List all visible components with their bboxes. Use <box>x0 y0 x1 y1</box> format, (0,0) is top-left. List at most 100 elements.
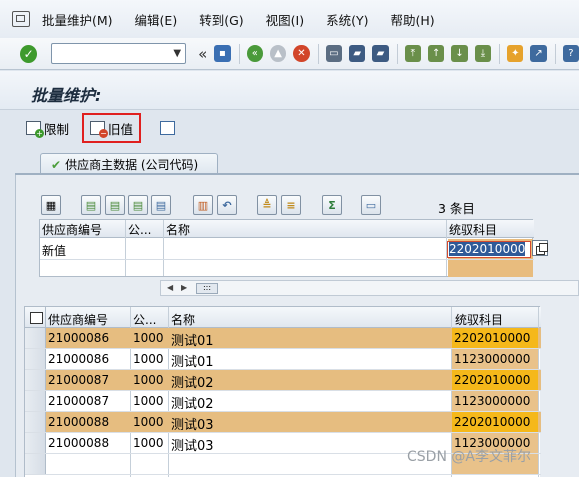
select-all-rows-icon[interactable] <box>25 307 46 328</box>
toolbar-separator <box>499 43 501 64</box>
cell-company: 1000 <box>133 394 164 408</box>
create-session-icon[interactable]: ✦ <box>507 45 524 62</box>
collapse-toolbar-icon[interactable]: « <box>198 45 207 63</box>
menu-batch-maintain[interactable]: 批量维护(M) <box>42 10 113 29</box>
new-value-table: 供应商编号 公... 名称 统驭科目 新值 2202010000 <box>39 219 534 277</box>
row-selector[interactable] <box>25 391 46 411</box>
undo-icon[interactable]: ↶ <box>217 195 237 215</box>
cell-vendor-no: 21000087 <box>48 394 110 408</box>
command-input[interactable] <box>52 44 173 63</box>
save-icon[interactable]: ▪ <box>214 45 231 62</box>
table-row[interactable]: 21000087 1000 测试02 1123000000 <box>25 391 541 412</box>
details-icon[interactable]: ▦ <box>41 195 61 215</box>
help-icon[interactable]: ? <box>562 45 579 62</box>
cell-recon-account: 2202010000 <box>452 370 538 390</box>
cell-name: 测试02 <box>171 376 214 391</box>
table-row[interactable]: 21000086 1000 测试01 2202010000 <box>25 328 541 349</box>
back-icon[interactable]: « <box>246 45 263 62</box>
enter-check-icon[interactable]: ✓ <box>20 44 38 63</box>
cell-name: 测试01 <box>171 334 214 349</box>
recon-account-value: 2202010000 <box>449 242 526 256</box>
cell-name: 测试01 <box>171 355 214 370</box>
row-selector[interactable] <box>25 328 46 348</box>
restrict-button[interactable]: + 限制 <box>26 118 69 138</box>
menu-help[interactable]: 帮助(H) <box>391 10 435 29</box>
last-page-icon[interactable]: ⤓ <box>474 45 492 62</box>
refresh-icon <box>160 121 175 135</box>
select-all-icon[interactable]: ▤ <box>81 195 101 215</box>
shortcut-icon[interactable]: ↗ <box>530 45 547 62</box>
row-selector[interactable] <box>25 433 46 453</box>
old-value-label: 旧值 <box>108 121 134 137</box>
next-page-icon[interactable]: ↓ <box>451 45 468 62</box>
cell-company: 1000 <box>133 352 164 366</box>
column-select-icon[interactable]: ▤ <box>151 195 171 215</box>
horizontal-scrollbar[interactable]: ◀ ▶ ::: <box>160 280 579 296</box>
cell-company: 1000 <box>133 331 164 345</box>
deselect-all-icon[interactable]: ▤ <box>105 195 125 215</box>
table-header: 供应商编号 公... 名称 统驭科目 <box>40 220 534 238</box>
sort-ascending-icon[interactable]: ≜ <box>257 195 277 215</box>
value-help-icon[interactable] <box>532 240 548 256</box>
menu-bar: 批量维护(M) 编辑(E) 转到(G) 视图(I) 系统(Y) 帮助(H) <box>0 0 579 38</box>
cell-company: 1000 <box>133 373 164 387</box>
cell-name: 测试03 <box>171 418 214 433</box>
header-name[interactable]: 名称 <box>171 311 195 328</box>
exit-icon[interactable]: ▲ <box>269 45 287 62</box>
table-row[interactable]: 21000086 1000 测试01 1123000000 <box>25 349 541 370</box>
scroll-left-icon[interactable]: ◀ <box>167 283 173 292</box>
header-vendor-no[interactable]: 供应商编号 <box>42 221 102 238</box>
table-row[interactable]: 21000087 1000 测试02 2202010000 <box>25 370 541 391</box>
cell-vendor-no: 21000086 <box>48 331 110 345</box>
refresh-button[interactable] <box>160 118 178 138</box>
check-icon: ✔ <box>51 158 62 172</box>
cell-company: 1000 <box>133 415 164 429</box>
cell-vendor-no: 21000088 <box>48 415 110 429</box>
window-menu-icon[interactable] <box>12 11 30 27</box>
header-company[interactable]: 公... <box>128 221 151 238</box>
table-header: 供应商编号 公... 名称 统驭科目 <box>25 307 541 328</box>
insert-row-icon[interactable]: ▥ <box>193 195 213 215</box>
menu-view[interactable]: 视图(I) <box>266 10 304 29</box>
cancel-icon[interactable]: ✕ <box>293 45 310 62</box>
row-selector[interactable] <box>25 412 46 432</box>
header-vendor-no[interactable]: 供应商编号 <box>48 311 108 328</box>
row-selector[interactable] <box>25 370 46 390</box>
sort-descending-icon[interactable]: ≡ <box>281 195 301 215</box>
first-page-icon[interactable]: ⤒ <box>404 45 422 62</box>
row-selector[interactable] <box>25 454 46 474</box>
dropdown-arrow-icon[interactable]: ▼ <box>173 48 181 59</box>
header-company[interactable]: 公... <box>133 311 156 328</box>
sum-icon[interactable]: Σ <box>322 195 342 215</box>
select-block-icon[interactable]: ▤ <box>128 195 148 215</box>
menu-goto[interactable]: 转到(G) <box>199 10 243 29</box>
menu-system[interactable]: 系统(Y) <box>326 10 368 29</box>
watermark: CSDN @A李文菲尔 <box>407 449 531 465</box>
menu-edit[interactable]: 编辑(E) <box>135 10 178 29</box>
empty-row <box>40 261 534 277</box>
scroll-right-icon[interactable]: ▶ <box>181 283 187 292</box>
cell-company: 1000 <box>133 436 164 450</box>
print-list-icon[interactable]: ▭ <box>361 195 381 215</box>
find-next-icon[interactable]: ▰ <box>372 45 389 62</box>
previous-page-icon[interactable]: ↑ <box>428 45 445 62</box>
old-value-button[interactable]: − 旧值 <box>90 118 133 138</box>
command-field[interactable]: ▼ <box>51 43 187 64</box>
toolbar-separator <box>238 43 240 64</box>
print-icon[interactable]: ▭ <box>325 45 342 62</box>
toolbar-separator <box>317 43 319 64</box>
header-recon-account[interactable]: 统驭科目 <box>455 311 503 328</box>
header-recon-account[interactable]: 统驭科目 <box>449 221 497 238</box>
application-toolbar: + 限制 − 旧值 <box>0 109 579 147</box>
new-value-label: 新值 <box>42 244 67 258</box>
header-name[interactable]: 名称 <box>166 221 190 238</box>
row-selector[interactable] <box>25 349 46 369</box>
find-icon[interactable]: ▰ <box>348 45 366 62</box>
scroll-thumb[interactable]: ::: <box>196 283 218 294</box>
cell-vendor-no: 21000088 <box>48 436 110 450</box>
table-row[interactable]: 21000088 1000 测试03 2202010000 <box>25 412 541 433</box>
recon-account-input[interactable]: 2202010000 <box>447 241 531 258</box>
entry-count: 3 条目 <box>438 201 475 216</box>
toolbar-separator <box>396 43 398 64</box>
tab-vendor-master-company[interactable]: ✔ 供应商主数据 (公司代码) <box>40 153 218 174</box>
